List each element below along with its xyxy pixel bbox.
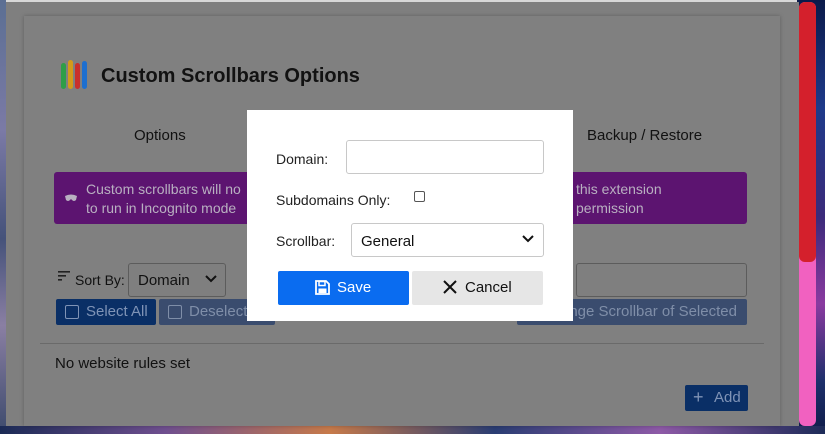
scrollbar-label: Scrollbar: <box>276 233 336 249</box>
page-title: Custom Scrollbars Options <box>101 65 360 87</box>
tab-backup-restore[interactable]: Backup / Restore <box>587 127 702 144</box>
domain-label: Domain: <box>276 151 329 167</box>
minus-square-icon <box>168 305 182 319</box>
save-button[interactable]: Save <box>278 271 409 305</box>
notice-text-right: this extension permission <box>576 181 662 216</box>
sort-icon <box>58 271 70 281</box>
empty-rules-message: No website rules set <box>55 355 191 372</box>
scrollbar-select-value: General <box>361 233 415 250</box>
floppy-disk-icon <box>315 280 330 295</box>
plus-square-icon <box>65 305 79 319</box>
sort-select-value: Domain <box>138 272 190 289</box>
page-scrollbar[interactable] <box>799 2 816 426</box>
scrollbar-select[interactable]: General <box>351 223 544 257</box>
tab-options[interactable]: Options <box>134 127 186 144</box>
add-button[interactable]: + Add <box>685 385 748 411</box>
close-icon <box>443 280 457 294</box>
cancel-button[interactable]: Cancel <box>412 271 543 305</box>
subdomains-checkbox[interactable] <box>414 191 425 202</box>
desktop-wallpaper-bottom <box>0 426 825 434</box>
save-label: Save <box>337 279 372 296</box>
add-rule-dialog: Domain: Subdomains Only: Scrollbar: Gene… <box>247 110 573 321</box>
app-logo-icon <box>61 60 91 90</box>
chevron-down-icon <box>522 235 534 243</box>
chevron-down-icon <box>205 275 217 283</box>
notice-text-left-2: to run in Incognito mode <box>86 200 237 216</box>
sort-select[interactable]: Domain <box>128 263 226 297</box>
change-scrollbar-label: ange Scrollbar of Selected <box>561 303 737 320</box>
select-all-button[interactable]: Select All <box>56 299 156 325</box>
divider <box>40 343 764 344</box>
subdomains-label: Subdomains Only: <box>276 192 391 208</box>
sort-label: Sort By: <box>75 272 125 288</box>
filter-input[interactable] <box>576 263 747 297</box>
deselect-label: Deselect <box>189 303 248 320</box>
add-label: Add <box>714 389 741 406</box>
scrollbar-thumb[interactable] <box>799 2 816 262</box>
incognito-mask-icon <box>65 194 77 201</box>
domain-input[interactable] <box>346 140 544 174</box>
select-all-label: Select All <box>86 303 148 320</box>
cancel-label: Cancel <box>465 279 512 296</box>
plus-icon: + <box>693 387 704 407</box>
notice-text-left: Custom scrollbars will no <box>86 181 241 197</box>
